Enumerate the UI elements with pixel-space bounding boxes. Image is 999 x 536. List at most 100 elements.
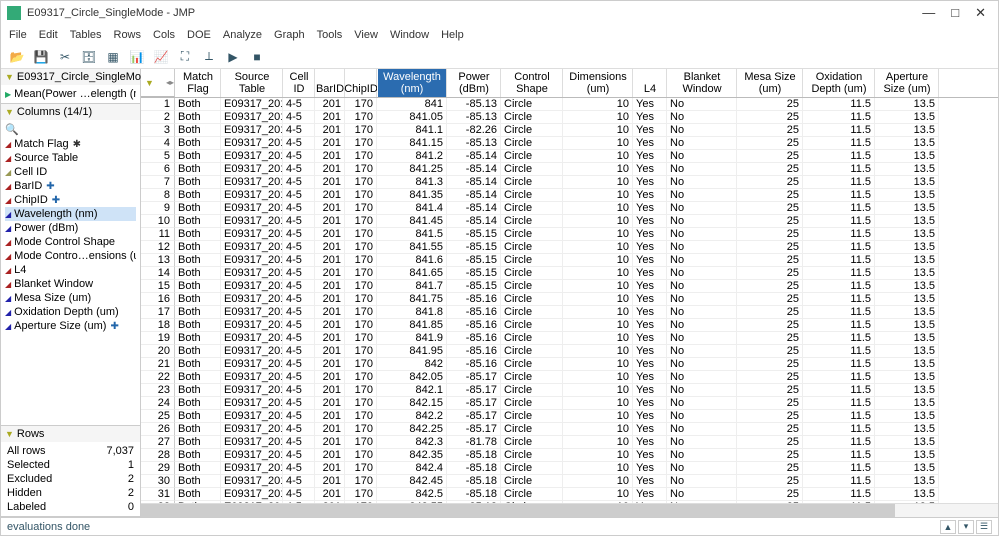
cell[interactable]: 10 [563, 111, 633, 124]
cell[interactable]: E09317_201170 [221, 423, 283, 436]
cell[interactable]: No [667, 358, 737, 371]
cell[interactable]: E09317_201170 [221, 371, 283, 384]
cell[interactable]: 170 [345, 267, 377, 280]
table-script-item[interactable]: ▶ Mean(Power …elength (nm) [5, 87, 136, 101]
cell[interactable]: 10 [563, 189, 633, 202]
cell[interactable]: 10 [563, 384, 633, 397]
cell[interactable]: 201 [315, 280, 345, 293]
cell[interactable]: 13.5 [875, 124, 939, 137]
cell[interactable]: 13.5 [875, 137, 939, 150]
cell[interactable]: Circle [501, 124, 563, 137]
cell[interactable]: 25 [737, 319, 803, 332]
menu-rows[interactable]: Rows [114, 29, 142, 41]
cell[interactable]: Circle [501, 436, 563, 449]
cell[interactable]: 170 [345, 98, 377, 111]
cell[interactable]: Both [175, 423, 221, 436]
cell[interactable]: E09317_201170 [221, 150, 283, 163]
cell[interactable]: Both [175, 150, 221, 163]
cell[interactable]: Circle [501, 475, 563, 488]
cell[interactable]: 201 [315, 397, 345, 410]
cell[interactable]: E09317_201170 [221, 98, 283, 111]
cell[interactable]: 201 [315, 124, 345, 137]
menu-tables[interactable]: Tables [70, 29, 102, 41]
cell[interactable]: 170 [345, 423, 377, 436]
row-number[interactable]: 29 [141, 462, 175, 475]
cell[interactable]: Both [175, 345, 221, 358]
column-item[interactable]: ◢Power (dBm) [5, 221, 136, 235]
cell[interactable]: 13.5 [875, 319, 939, 332]
search-icon[interactable]: 🔍 [5, 123, 19, 136]
cell[interactable]: 170 [345, 254, 377, 267]
status-nav-menu-icon[interactable]: ▾ [958, 520, 974, 534]
cell[interactable]: 11.5 [803, 228, 875, 241]
table-row[interactable]: 3BothE09317_2011704-5201170841.1-82.26Ci… [141, 124, 998, 137]
cell[interactable]: 11.5 [803, 423, 875, 436]
table-row[interactable]: 15BothE09317_2011704-5201170841.7-85.15C… [141, 280, 998, 293]
cell[interactable]: Circle [501, 111, 563, 124]
row-number[interactable]: 6 [141, 163, 175, 176]
cell[interactable]: No [667, 280, 737, 293]
cell[interactable]: No [667, 189, 737, 202]
cell[interactable]: 4-5 [283, 345, 315, 358]
cell[interactable]: 201 [315, 137, 345, 150]
cell[interactable]: Yes [633, 423, 667, 436]
maximize-button[interactable]: □ [951, 5, 959, 21]
cell[interactable]: 11.5 [803, 319, 875, 332]
cell[interactable]: 11.5 [803, 176, 875, 189]
cell[interactable]: E09317_201170 [221, 137, 283, 150]
cell[interactable]: -82.26 [447, 124, 501, 137]
cell[interactable]: 4-5 [283, 410, 315, 423]
tool-stop-icon[interactable]: ■ [247, 48, 267, 66]
cell[interactable]: Both [175, 358, 221, 371]
cell[interactable]: E09317_201170 [221, 475, 283, 488]
cell[interactable]: 13.5 [875, 423, 939, 436]
cell[interactable]: Both [175, 267, 221, 280]
cell[interactable]: 13.5 [875, 436, 939, 449]
cell[interactable]: 4-5 [283, 319, 315, 332]
cell[interactable]: 201 [315, 410, 345, 423]
cell[interactable]: No [667, 306, 737, 319]
cell[interactable]: Yes [633, 371, 667, 384]
cell[interactable]: 201 [315, 475, 345, 488]
cell[interactable]: 25 [737, 280, 803, 293]
cell[interactable]: No [667, 98, 737, 111]
cell[interactable]: 10 [563, 150, 633, 163]
table-row[interactable]: 7BothE09317_2011704-5201170841.3-85.14Ci… [141, 176, 998, 189]
cell[interactable]: 170 [345, 345, 377, 358]
cell[interactable]: 201 [315, 358, 345, 371]
table-row[interactable]: 2BothE09317_2011704-5201170841.05-85.13C… [141, 111, 998, 124]
cell[interactable]: 11.5 [803, 488, 875, 501]
cell[interactable]: 170 [345, 384, 377, 397]
cell[interactable]: 842.4 [377, 462, 447, 475]
cell[interactable]: Yes [633, 436, 667, 449]
cell[interactable]: 25 [737, 202, 803, 215]
cell[interactable]: 842.5 [377, 488, 447, 501]
cell[interactable]: 13.5 [875, 449, 939, 462]
tool-fit-icon[interactable]: ⟂ [199, 48, 219, 66]
cell[interactable]: 25 [737, 189, 803, 202]
cell[interactable]: E09317_201170 [221, 241, 283, 254]
cell[interactable]: 170 [345, 215, 377, 228]
tool-db-icon[interactable]: 🗄 [79, 48, 99, 66]
cell[interactable]: Both [175, 202, 221, 215]
row-number[interactable]: 12 [141, 241, 175, 254]
status-nav-up-icon[interactable]: ▲ [940, 520, 956, 534]
cell[interactable]: 201 [315, 449, 345, 462]
menu-graph[interactable]: Graph [274, 29, 305, 41]
menu-tools[interactable]: Tools [317, 29, 343, 41]
cell[interactable]: 11.5 [803, 98, 875, 111]
cell[interactable]: -85.17 [447, 397, 501, 410]
cell[interactable]: 170 [345, 462, 377, 475]
cell[interactable]: 25 [737, 98, 803, 111]
cell[interactable]: E09317_201170 [221, 436, 283, 449]
cell[interactable]: Circle [501, 176, 563, 189]
cell[interactable]: 11.5 [803, 293, 875, 306]
column-header[interactable]: Aperture Size (um) [875, 69, 939, 97]
cell[interactable]: 201 [315, 111, 345, 124]
cell[interactable]: Circle [501, 98, 563, 111]
cell[interactable]: 10 [563, 410, 633, 423]
cell[interactable]: 10 [563, 436, 633, 449]
cell[interactable]: E09317_201170 [221, 345, 283, 358]
cell[interactable]: 841.55 [377, 241, 447, 254]
cell[interactable]: E09317_201170 [221, 163, 283, 176]
